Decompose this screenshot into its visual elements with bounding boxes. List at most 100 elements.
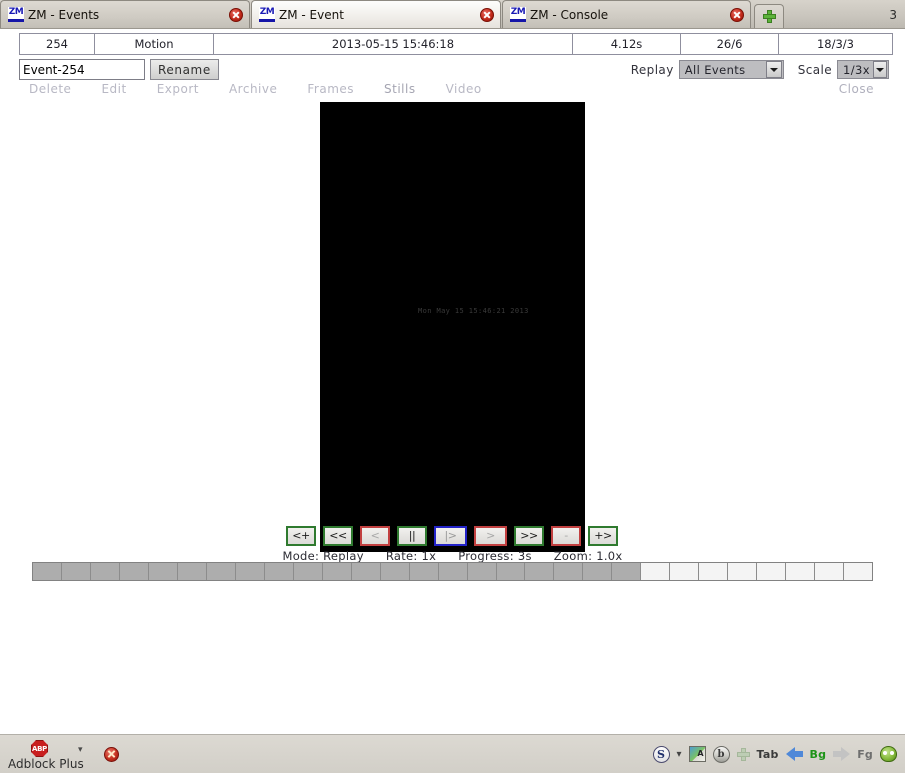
rate-status: Rate: 1x — [385, 549, 437, 563]
event-score-cell: 18/3/3 — [778, 33, 893, 55]
rename-button[interactable]: Rename — [150, 59, 219, 80]
translate-icon[interactable]: A — [688, 746, 706, 762]
close-icon[interactable] — [730, 7, 744, 22]
archive-link[interactable]: Archive — [229, 82, 277, 96]
progress-segment[interactable] — [612, 563, 642, 580]
replay-select[interactable]: All Events — [678, 60, 784, 79]
progress-status: Progress: 3s — [458, 549, 532, 563]
zoom-out-button[interactable]: - — [551, 526, 581, 546]
scale-select[interactable]: 1/3x — [837, 60, 889, 79]
mode-status: Mode: Replay — [282, 549, 364, 563]
pause-button[interactable]: || — [397, 526, 427, 546]
progress-segment[interactable] — [844, 563, 873, 580]
frames-link[interactable]: Frames — [307, 82, 354, 96]
progress-segment[interactable] — [583, 563, 613, 580]
event-action-links: Delete Edit Export Archive Frames Stills… — [29, 82, 512, 96]
stills-link[interactable]: Stills — [384, 82, 416, 96]
progress-segment[interactable] — [351, 563, 381, 580]
progress-segment[interactable] — [380, 563, 410, 580]
progress-segment[interactable] — [815, 563, 845, 580]
scale-label: Scale — [797, 62, 832, 77]
browser-tab-bar: ZM ZM - Events ZM ZM - Event ZM ZM - Con… — [0, 0, 905, 29]
arrow-left-icon[interactable] — [785, 747, 803, 761]
tab-title: ZM - Event — [279, 7, 344, 22]
progress-segment[interactable] — [293, 563, 323, 580]
fast-forward-button[interactable]: >> — [514, 526, 544, 546]
sogou-icon[interactable]: S — [652, 745, 670, 763]
plus-icon[interactable] — [736, 747, 750, 761]
edit-link[interactable]: Edit — [101, 82, 126, 96]
browser-tab-zm-events[interactable]: ZM ZM - Events — [0, 0, 250, 28]
slow-rewind-button[interactable]: < — [360, 526, 390, 546]
progress-segment[interactable] — [235, 563, 265, 580]
progress-segment[interactable] — [728, 563, 758, 580]
progress-segment[interactable] — [409, 563, 439, 580]
fast-rewind-button[interactable]: << — [323, 526, 353, 546]
browser-tab-zm-event[interactable]: ZM ZM - Event — [251, 0, 501, 28]
export-link[interactable]: Export — [157, 82, 199, 96]
progress-segment[interactable] — [119, 563, 149, 580]
event-length-cell: 4.12s — [572, 33, 681, 55]
tab-title: ZM - Console — [530, 7, 609, 22]
play-button[interactable]: |> — [434, 526, 467, 546]
zm-favicon-icon: ZM — [510, 7, 526, 22]
close-link[interactable]: Close — [839, 82, 874, 96]
progress-bar[interactable] — [32, 562, 873, 581]
close-icon[interactable] — [229, 7, 243, 22]
fg-label[interactable]: Fg — [857, 748, 873, 761]
close-icon[interactable] — [480, 7, 494, 22]
replay-controls: Replay All Events Scale 1/3x — [631, 60, 889, 79]
new-tab-button[interactable] — [754, 4, 784, 28]
page-content: 254 Motion 2013-05-15 15:46:18 4.12s 26/… — [0, 29, 905, 734]
progress-segment[interactable] — [90, 563, 120, 580]
bg-label[interactable]: Bg — [810, 748, 827, 761]
prev-event-button[interactable]: <+ — [286, 526, 316, 546]
adblock-label: Adblock Plus — [8, 757, 84, 771]
progress-segment[interactable] — [525, 563, 555, 580]
progress-segment[interactable] — [467, 563, 497, 580]
zm-favicon-icon: ZM — [8, 7, 24, 22]
chevron-down-icon[interactable]: ▾ — [78, 746, 87, 755]
progress-segment[interactable] — [61, 563, 91, 580]
event-id-cell: 254 — [19, 33, 95, 55]
progress-segment[interactable] — [670, 563, 700, 580]
replay-label: Replay — [630, 62, 674, 77]
progress-segment[interactable] — [264, 563, 294, 580]
progress-segment[interactable] — [699, 563, 729, 580]
progress-segment[interactable] — [322, 563, 352, 580]
slow-forward-button[interactable]: > — [474, 526, 507, 546]
chevron-down-icon[interactable]: ▾ — [677, 749, 682, 760]
scale-select-value: 1/3x — [843, 62, 870, 77]
progress-segment[interactable] — [148, 563, 178, 580]
plus-icon — [762, 10, 776, 23]
bold-b-icon[interactable]: b — [712, 745, 730, 763]
delete-link[interactable]: Delete — [29, 82, 71, 96]
adblock-plus-item[interactable]: ABP Adblock Plus — [8, 739, 102, 772]
alien-icon[interactable] — [880, 746, 897, 762]
next-event-button[interactable]: +> — [588, 526, 618, 546]
progress-segment[interactable] — [206, 563, 236, 580]
progress-segment[interactable] — [786, 563, 816, 580]
video-link[interactable]: Video — [446, 82, 482, 96]
tab-count: 3 — [889, 8, 897, 22]
event-info-table: 254 Motion 2013-05-15 15:46:18 4.12s 26/… — [19, 33, 893, 55]
chevron-down-icon — [872, 61, 887, 78]
event-name-input[interactable] — [19, 59, 145, 80]
progress-segment[interactable] — [554, 563, 584, 580]
browser-tab-zm-console[interactable]: ZM ZM - Console — [502, 0, 751, 28]
tab-label[interactable]: Tab — [757, 748, 779, 761]
close-icon[interactable] — [104, 747, 119, 762]
progress-segment[interactable] — [641, 563, 671, 580]
progress-segment[interactable] — [177, 563, 207, 580]
adblock-icon: ABP — [31, 740, 48, 757]
arrow-right-icon[interactable] — [833, 747, 851, 761]
event-video-viewer[interactable]: Mon May 15 15:46:21 2013 — [320, 102, 585, 552]
tab-title: ZM - Events — [28, 7, 100, 22]
progress-segment[interactable] — [438, 563, 468, 580]
progress-segment[interactable] — [757, 563, 787, 580]
zoom-status: Zoom: 1.0x — [553, 549, 623, 563]
progress-segment[interactable] — [33, 563, 62, 580]
event-frames-cell: 26/6 — [680, 33, 779, 55]
progress-segment[interactable] — [496, 563, 526, 580]
table-row: 254 Motion 2013-05-15 15:46:18 4.12s 26/… — [19, 33, 893, 55]
